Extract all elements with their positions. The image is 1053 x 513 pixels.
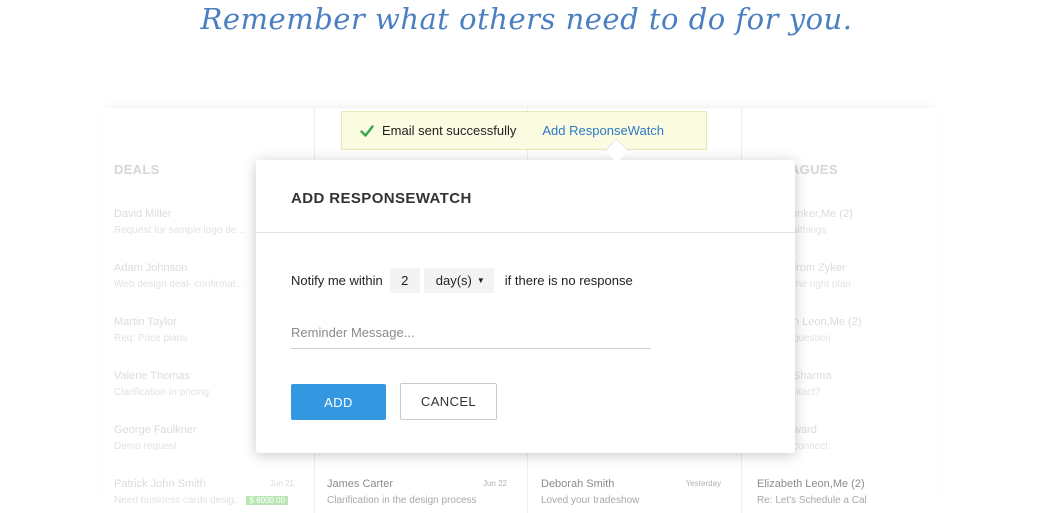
mail-card-subject: Re: Let's Schedule a Cal xyxy=(757,495,867,506)
no-response-label: if there is no response xyxy=(504,273,633,288)
mail-card-date: Yesterday xyxy=(685,479,721,488)
checkmark-icon xyxy=(360,124,374,137)
deal-amount-badge: $ 6000.00 xyxy=(246,496,288,505)
mail-card[interactable]: Deborah Smith Yesterday Loved your trade… xyxy=(541,478,731,506)
mail-card-subject: Need business cards desig... $ 6000.00 xyxy=(114,495,304,506)
responsewatch-dialog: ADD RESPONSEWATCH Notify me within 2 day… xyxy=(256,160,795,453)
mail-card[interactable]: Sharma ntact? xyxy=(793,370,940,398)
column-title: DEALS xyxy=(114,162,160,177)
mail-card[interactable]: ward connect xyxy=(793,424,940,452)
mail-card-date: Jun 21 xyxy=(269,479,294,488)
mail-card-sender: from Zyker xyxy=(793,262,846,274)
mail-card[interactable]: n Leon,Me (2) question xyxy=(793,316,940,344)
notify-row: Notify me within 2 day(s) ▼ if there is … xyxy=(291,268,633,293)
mail-card-subject: question xyxy=(793,333,831,344)
dialog-title: ADD RESPONSEWATCH xyxy=(291,190,472,207)
mail-card[interactable]: Patrick John Smith Jun 21 Need business … xyxy=(114,478,304,506)
success-toast: Email sent successfully Add ResponseWatc… xyxy=(341,111,707,150)
notify-duration-input[interactable]: 2 xyxy=(389,268,420,293)
mail-card-sender: Elizabeth Leon,Me (2) xyxy=(757,478,865,490)
dialog-divider xyxy=(256,232,795,233)
mail-card-sender: ward xyxy=(793,424,817,436)
duration-unit-value: day(s) xyxy=(435,273,472,288)
toast-message: Email sent successfully xyxy=(382,123,517,138)
mail-card-sender: n Leon,Me (2) xyxy=(793,316,862,328)
duration-unit-select[interactable]: day(s) ▼ xyxy=(423,268,494,293)
mail-card-date: Jun 22 xyxy=(482,479,507,488)
mail-card[interactable]: James Carter Jun 22 Clarification in the… xyxy=(327,478,517,506)
mail-card-sender: onker,Me (2) xyxy=(791,208,853,220)
tagline: Remember what others need to do for you. xyxy=(200,2,853,36)
mail-card-subject: ntact? xyxy=(793,387,821,398)
mail-card-subject: connect xyxy=(793,441,829,452)
mail-card[interactable]: Elizabeth Leon,Me (2) Re: Let's Schedule… xyxy=(757,478,940,506)
mail-card[interactable]: from Zyker the right plan xyxy=(793,262,940,290)
cancel-button[interactable]: CANCEL xyxy=(400,383,497,420)
mail-card[interactable]: onker,Me (2) Althings xyxy=(791,208,940,236)
add-button[interactable]: ADD xyxy=(291,384,386,420)
mail-card-sender: Sharma xyxy=(793,370,832,382)
mail-card-subject: Clarification in the design process xyxy=(327,495,477,506)
mail-card-subject: Althings xyxy=(791,225,827,236)
reminder-message-input[interactable] xyxy=(291,316,651,349)
caret-down-icon: ▼ xyxy=(476,276,485,285)
mail-card-subject: Loved your tradeshow xyxy=(541,495,640,506)
add-responsewatch-link[interactable]: Add ResponseWatch xyxy=(542,123,664,138)
notify-label: Notify me within xyxy=(291,273,383,288)
mail-card-subject: the right plan xyxy=(793,279,851,290)
